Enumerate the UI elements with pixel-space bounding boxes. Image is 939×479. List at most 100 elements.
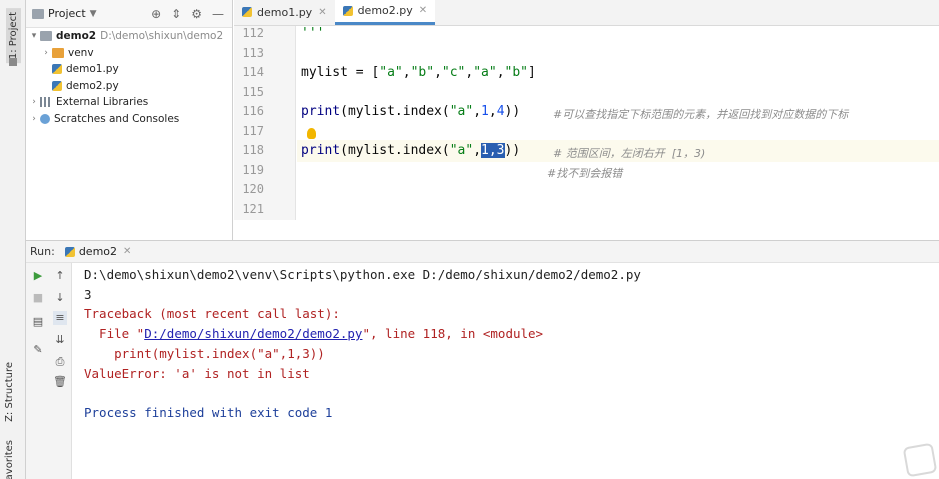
layout-icon[interactable]: ▤ <box>31 315 45 329</box>
run-panel: Run: demo2 ✕ ▶ ■ ▤ ✎ ↑ ↓ ≡ ⇊ ⎙ 🗑 D:\demo… <box>26 240 939 479</box>
code-string: "a" <box>379 65 403 80</box>
project-panel: Project ▼ ⊕ ⇕ ⚙ — ▾ demo2 D:\demo\shixun… <box>26 0 233 240</box>
print-icon[interactable]: ⎙ <box>53 355 67 369</box>
close-icon[interactable]: ✕ <box>123 246 131 257</box>
project-tool-tab[interactable]: 1: Project <box>6 8 21 64</box>
code-token: (mylist.index( <box>340 143 450 158</box>
code-area[interactable]: ''' mylist = ["a","b","c","a","b"] print… <box>297 26 939 220</box>
project-panel-title[interactable]: Project <box>48 7 86 20</box>
tree-item-external-libraries[interactable]: › External Libraries <box>26 94 232 111</box>
close-icon[interactable]: ✕ <box>318 7 326 18</box>
run-toolbar-primary: ▶ ■ ▤ ✎ <box>26 263 48 479</box>
line-number: 120 <box>242 182 264 196</box>
run-icon[interactable]: ▶ <box>31 269 45 283</box>
collapse-icon[interactable]: ⇕ <box>171 7 181 21</box>
tree-item-label: Scratches and Consoles <box>54 112 180 125</box>
line-number: 114 <box>242 65 264 79</box>
code-token: ] <box>528 65 536 80</box>
python-file-icon <box>242 7 252 17</box>
code-keyword: print <box>301 104 341 119</box>
selected-text: 1,3 <box>481 143 505 158</box>
chevron-down-icon[interactable]: ▾ <box>28 31 40 41</box>
tree-root-path: D:\demo\shixun\demo2 <box>100 30 224 43</box>
tab-label: demo2.py <box>357 4 413 17</box>
process-finished: Process finished with exit code 1 <box>84 405 333 420</box>
editor: demo1.py ✕ demo2.py ✕ 112 113 114 115 11… <box>234 0 939 240</box>
code-token: , <box>496 65 505 80</box>
code-comment: # 范围区间，左闭右开 [1，3) <box>553 147 706 160</box>
up-arrow-icon[interactable]: ↑ <box>53 269 67 283</box>
tree-root-demo2[interactable]: ▾ demo2 D:\demo\shixun\demo2 <box>26 28 232 45</box>
tab-demo2[interactable]: demo2.py ✕ <box>334 0 436 25</box>
chevron-right-icon[interactable]: › <box>28 114 40 124</box>
scratches-icon <box>40 113 50 124</box>
line-number: 121 <box>242 201 264 216</box>
traceback-header: Traceback (most recent call last): <box>84 306 340 321</box>
tab-label: demo1.py <box>257 5 313 19</box>
editor-tab-bar: demo1.py ✕ demo2.py ✕ <box>234 0 939 26</box>
chevron-right-icon[interactable]: › <box>40 48 52 58</box>
tree-item-label: demo2.py <box>66 79 119 92</box>
code-token: )) <box>504 143 521 158</box>
code-token: , <box>473 104 482 119</box>
left-tool-strip: 1: Project Z: Structure Favorites <box>0 0 26 479</box>
chevron-down-icon[interactable]: ▼ <box>90 9 97 19</box>
traceback-file-link[interactable]: D:/demo/shixun/demo2/demo2.py <box>144 326 362 341</box>
line-number-gutter: 112 113 114 115 116 117 118 119 120 121 <box>234 26 296 220</box>
folder-icon <box>52 47 64 58</box>
code-keyword: print <box>301 143 341 158</box>
soft-wrap-icon[interactable]: ≡ <box>53 311 67 325</box>
code-line-118: print(mylist.index("a",1,3)) <box>301 143 520 158</box>
tree-item-demo1[interactable]: demo1.py <box>26 61 232 78</box>
line-number: 112 <box>242 26 264 40</box>
code-line-114: mylist = ["a","b","c","a","b"] <box>301 65 536 80</box>
python-file-icon <box>52 64 62 75</box>
project-panel-header: Project ▼ ⊕ ⇕ ⚙ — <box>26 0 232 28</box>
trash-icon[interactable]: 🗑 <box>53 375 67 389</box>
tree-item-scratches[interactable]: › Scratches and Consoles <box>26 111 232 128</box>
line-number: 115 <box>242 84 264 99</box>
tree-item-venv[interactable]: › venv <box>26 45 232 62</box>
close-icon[interactable]: ✕ <box>419 5 427 16</box>
code-token: )) <box>504 104 521 119</box>
pin-icon[interactable]: ✎ <box>31 343 45 357</box>
code-token: (mylist.index( <box>340 104 450 119</box>
console-output-line: 3 <box>84 287 92 302</box>
code-number: 1 <box>481 104 489 119</box>
tree-item-label: venv <box>68 46 94 59</box>
structure-tool-tab[interactable]: Z: Structure <box>4 362 15 422</box>
tab-demo1[interactable]: demo1.py ✕ <box>234 0 335 25</box>
traceback-code-line: print(mylist.index("a",1,3)) <box>84 346 325 361</box>
code-token: mylist = [ <box>301 65 380 80</box>
line-number: 113 <box>242 45 264 60</box>
code-string: "a" <box>449 104 474 119</box>
stop-icon[interactable]: ■ <box>31 291 45 305</box>
library-icon <box>40 97 52 108</box>
traceback-text: File " <box>84 326 145 341</box>
console-command: D:\demo\shixun\demo2\venv\Scripts\python… <box>84 267 641 282</box>
code-comment: #找不到会报错 <box>547 167 623 180</box>
console-output[interactable]: D:\demo\shixun\demo2\venv\Scripts\python… <box>84 263 939 479</box>
project-icon <box>32 8 44 19</box>
code-string: "b" <box>410 65 435 80</box>
line-number: 119 <box>242 162 264 177</box>
down-arrow-icon[interactable]: ↓ <box>53 291 67 305</box>
favorites-tool-tab[interactable]: Favorites <box>4 440 15 479</box>
run-panel-header: Run: demo2 ✕ <box>26 241 939 263</box>
code-comment: #可以查找指定下标范围的元素，并返回找到对应数据的下标 <box>553 108 849 121</box>
code-string: "b" <box>504 65 529 80</box>
code-string: "a" <box>449 143 474 158</box>
minimize-icon[interactable]: — <box>212 7 224 21</box>
code-token: , <box>488 104 497 119</box>
scroll-to-end-icon[interactable]: ⇊ <box>53 333 67 347</box>
gear-icon[interactable]: ⚙ <box>191 7 202 21</box>
python-file-icon <box>52 80 62 91</box>
code-string: "c" <box>441 65 466 80</box>
corner-overlay-icon <box>902 442 938 478</box>
code-token: , <box>473 143 482 158</box>
code-line-112: ''' <box>301 26 325 41</box>
target-icon[interactable]: ⊕ <box>151 7 161 21</box>
chevron-right-icon[interactable]: › <box>28 97 40 107</box>
run-tab-label[interactable]: demo2 <box>79 245 117 258</box>
tree-item-demo2[interactable]: demo2.py <box>26 78 232 95</box>
